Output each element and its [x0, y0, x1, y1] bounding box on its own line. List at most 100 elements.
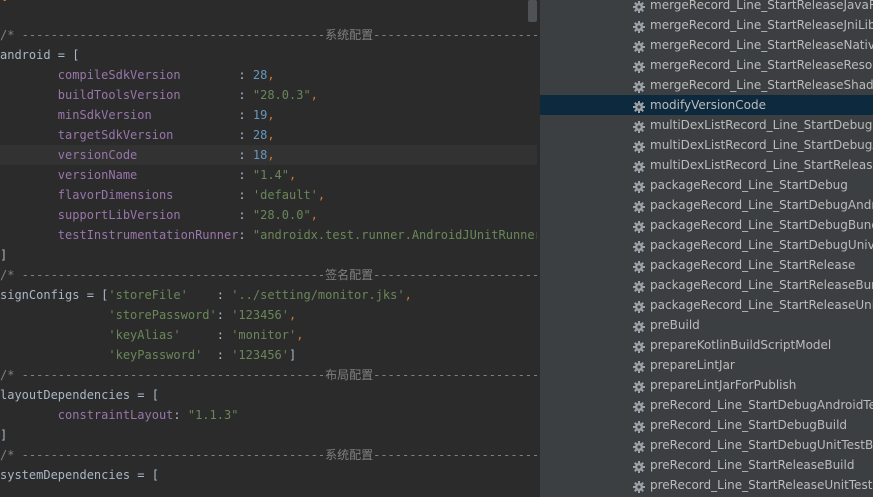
code-token: '123456'	[231, 348, 289, 362]
code-token: "androidx.test.runner.AndroidJUnitRunner…	[252, 228, 537, 242]
code-token: ,	[267, 68, 275, 82]
code-token: :	[180, 88, 253, 102]
code-token: '123456'	[231, 308, 289, 322]
task-item[interactable]: prepareKotlinBuildScriptModel	[540, 335, 873, 355]
code-token: versionName	[57, 168, 138, 182]
task-label: prepareLintJarForPublish	[650, 378, 797, 392]
code-token: minSdkVersion	[57, 108, 152, 122]
code-line: 'keyAlias' : 'monitor',	[0, 325, 537, 345]
gear-icon	[633, 0, 645, 13]
task-item[interactable]: mergeRecord_Line_StartReleaseJniLibFolde…	[540, 15, 873, 35]
task-label: preBuild	[650, 318, 700, 332]
code-line: systemDependencies = [	[0, 465, 537, 485]
task-label: mergeRecord_Line_StartReleaseJniLibFolde…	[650, 18, 873, 32]
task-item[interactable]: packageRecord_Line_StartRelease	[540, 255, 873, 275]
gear-icon	[633, 419, 645, 433]
task-item[interactable]: packageRecord_Line_StartReleaseBundle	[540, 275, 873, 295]
task-item[interactable]: preBuild	[540, 315, 873, 335]
code-line: 'keyPassword' : '123456']	[0, 345, 537, 365]
task-label: packageRecord_Line_StartDebugUniversalAp…	[650, 238, 873, 252]
code-token: 28	[252, 128, 268, 142]
code-token: :	[180, 208, 253, 222]
code-line: signConfigs = ['storeFile' : '../setting…	[0, 285, 537, 305]
task-item[interactable]: mergeRecord_Line_StartReleaseNativeLibs	[540, 35, 873, 55]
code-token: 'keyPassword'	[108, 348, 203, 362]
task-label: preRecord_Line_StartReleaseBuild	[650, 458, 855, 472]
code-token: "1.1.3"	[187, 408, 239, 422]
gear-icon	[633, 399, 645, 413]
task-label: multiDexListRecord_Line_StartDebug	[650, 118, 873, 132]
task-item[interactable]: preRecord_Line_StartDebugBuild	[540, 415, 873, 435]
gear-icon	[633, 259, 645, 273]
code-token: ,	[404, 288, 412, 302]
code-token: testInstrumentationRunner	[57, 228, 239, 242]
task-item[interactable]: preRecord_Line_StartReleaseBuild	[540, 455, 873, 475]
task-item[interactable]: multiDexListRecord_Line_StartDebug	[540, 115, 873, 135]
code-token: /* -------------------------------------…	[0, 368, 537, 382]
task-item[interactable]: packageRecord_Line_StartDebug	[540, 175, 873, 195]
task-label: mergeRecord_Line_StartReleaseShaders	[650, 78, 873, 92]
gear-icon	[633, 219, 645, 233]
task-item[interactable]: multiDexListRecord_Line_StartDebugAndroi…	[540, 135, 873, 155]
code-token: :	[187, 288, 232, 302]
code-token: "28.0.0"	[252, 208, 311, 222]
task-item[interactable]: packageRecord_Line_StartReleaseUniversal…	[540, 295, 873, 315]
code-token: 'storeFile'	[108, 288, 188, 302]
code-editor[interactable]: { /* ------------------------------------…	[0, 0, 537, 497]
code-token: android = [	[0, 48, 80, 62]
task-item[interactable]: modifyVersionCode	[540, 95, 873, 115]
code-token: 'default'	[252, 188, 318, 202]
gear-icon	[633, 339, 645, 353]
code-token: versionCode	[57, 148, 138, 162]
task-label: packageRecord_Line_StartDebug	[650, 178, 848, 192]
gear-icon	[633, 239, 645, 253]
task-item[interactable]: prepareLintJar	[540, 355, 873, 375]
task-label: packageRecord_Line_StartDebugAndroidTest	[650, 198, 873, 212]
task-label: preRecord_Line_StartReleaseUnitTestBuild	[650, 478, 873, 492]
gear-icon	[633, 439, 645, 453]
task-item[interactable]: prepareLintJarForPublish	[540, 375, 873, 395]
code-line: /* -------------------------------------…	[0, 445, 537, 465]
code-token: targetSdkVersion	[57, 128, 174, 142]
task-item[interactable]: packageRecord_Line_StartDebugAndroidTest	[540, 195, 873, 215]
code-line: ]	[0, 245, 537, 265]
code-token: ,	[317, 188, 326, 202]
editor-scrollbar[interactable]	[528, 0, 537, 22]
task-item[interactable]: multiDexListRecord_Line_StartRelease	[540, 155, 873, 175]
task-label: multiDexListRecord_Line_StartDebugAndroi…	[650, 138, 873, 152]
code-token: :	[173, 408, 188, 422]
gear-icon	[633, 59, 645, 73]
task-item[interactable]: mergeRecord_Line_StartReleaseJavaResourc…	[540, 0, 873, 15]
code-token: buildToolsVersion	[57, 88, 181, 102]
code-token: ,	[267, 108, 275, 122]
code-line: android = [	[0, 45, 537, 65]
task-item[interactable]: preRecord_Line_StartDebugUnitTestBuild	[540, 435, 873, 455]
task-item[interactable]: preRecord_Line_StartDebugAndroidTestBuil…	[540, 395, 873, 415]
gear-icon	[633, 79, 645, 93]
task-item[interactable]: preRecord_Line_StartReleaseUnitTestBuild	[540, 475, 873, 495]
code-line: ]	[0, 425, 537, 445]
task-item[interactable]: mergeRecord_Line_StartReleaseShaders	[540, 75, 873, 95]
code-token: /* -------------------------------------…	[0, 268, 537, 282]
code-token: 'monitor'	[231, 328, 297, 342]
code-token: 28	[252, 68, 268, 82]
gradle-tasks-panel: mergeRecord_Line_StartReleaseJavaResourc…	[540, 0, 873, 497]
task-item[interactable]: packageRecord_Line_StartDebugUniversalAp…	[540, 235, 873, 255]
gear-icon	[633, 39, 645, 53]
code-token: ,	[267, 128, 275, 142]
code-line: supportLibVersion : "28.0.0",	[0, 205, 537, 225]
task-item[interactable]: packageRecord_Line_StartDebugBundle	[540, 215, 873, 235]
code-token: constraintLayout	[57, 408, 174, 422]
task-item[interactable]: mergeRecord_Line_StartReleaseResources	[540, 55, 873, 75]
code-token: "28.0.3"	[252, 88, 311, 102]
code-token: {	[0, 0, 7, 2]
